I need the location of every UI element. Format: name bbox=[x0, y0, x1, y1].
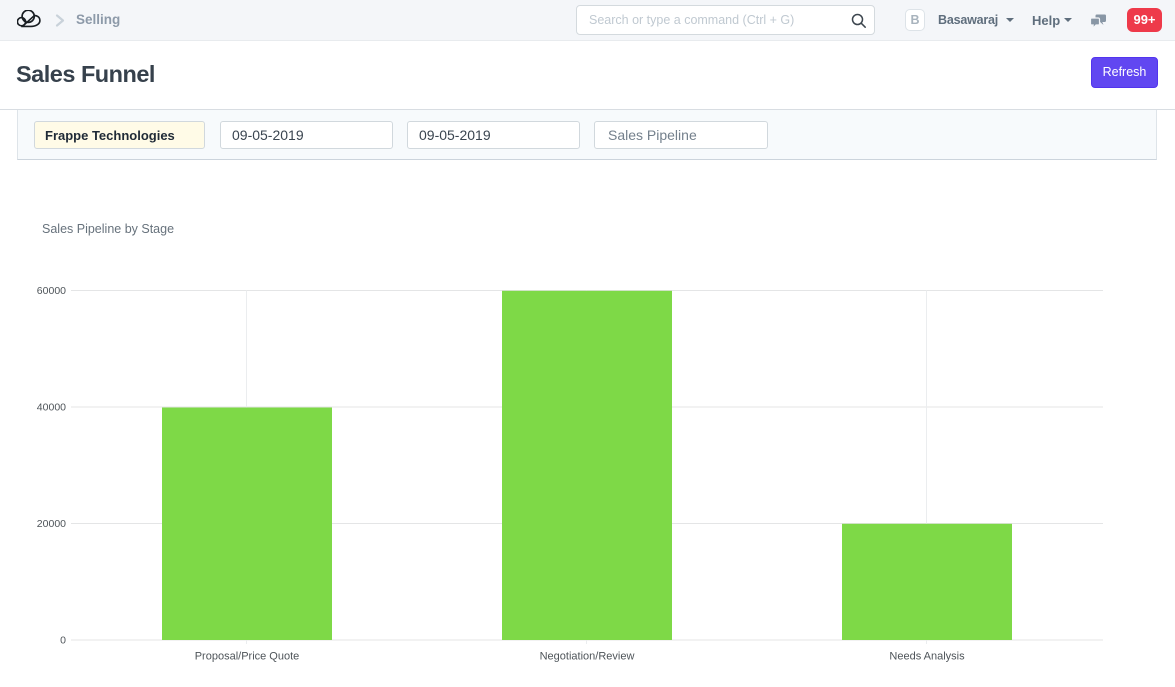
svg-text:Negotiation/Review: Negotiation/Review bbox=[540, 651, 635, 663]
svg-text:60000: 60000 bbox=[37, 285, 66, 297]
svg-text:20000: 20000 bbox=[37, 518, 66, 530]
svg-text:40000: 40000 bbox=[37, 402, 66, 414]
svg-text:0: 0 bbox=[60, 635, 66, 647]
svg-text:Proposal/Price Quote: Proposal/Price Quote bbox=[195, 651, 300, 663]
svg-text:Needs Analysis: Needs Analysis bbox=[889, 651, 965, 663]
